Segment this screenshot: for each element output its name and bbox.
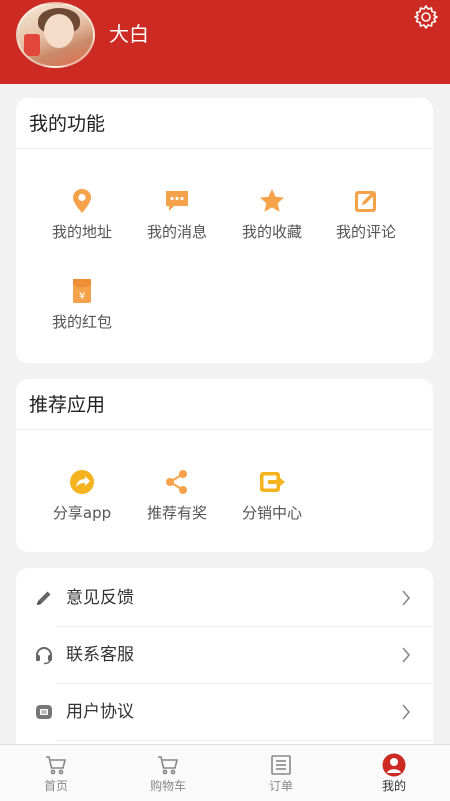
tab-mine[interactable]: 我的 [338,745,450,801]
recommend-label: 分享app [52,504,112,522]
recommend-item-share-app[interactable]: 分享app [35,467,129,547]
function-item-comments[interactable]: 我的评论 [319,186,413,266]
function-item-favorites[interactable]: 我的收藏 [225,186,319,266]
list-item-customer-service[interactable]: 联系客服 [16,627,433,683]
recommend-item-distribution[interactable]: 分销中心 [225,467,319,547]
tab-label: 订单 [268,779,293,793]
recommend-label: 分销中心 [241,504,302,522]
list-item-feedback[interactable]: 意见反馈 [16,570,433,626]
profile-header: 大白 [0,0,450,84]
gear-icon[interactable] [413,4,439,30]
share-arrow-icon [70,470,94,494]
bottom-tab-bar: 首页 购物车 订单 我的 [0,744,450,801]
chevron-right-icon [402,590,411,606]
function-item-red-packet[interactable]: ¥ 我的红包 [35,276,129,356]
recommend-item-referral[interactable]: 推荐有奖 [130,467,224,547]
edit-icon [355,191,376,212]
chat-bubble-icon [166,191,188,211]
list-item-label: 联系客服 [66,645,134,665]
svg-text:¥: ¥ [79,291,85,302]
tab-label: 我的 [381,779,406,793]
red-packet-icon: ¥ [73,279,91,303]
tab-home[interactable]: 首页 [0,745,112,801]
settings-list: 意见反馈 联系客服 用户协议 [16,568,433,748]
function-label: 我的红包 [51,313,112,331]
recommend-card: 推荐应用 分享app 推荐有奖 分销中心 [16,379,433,552]
list-icon [271,755,291,775]
username: 大白 [109,22,149,46]
user-icon [382,753,406,777]
headset-icon [36,647,52,665]
share-nodes-icon [166,470,187,494]
function-item-address[interactable]: 我的地址 [35,186,129,266]
pencil-icon [37,591,51,605]
list-item-label: 意见反馈 [66,588,134,608]
functions-title: 我的功能 [29,113,106,135]
function-label: 我的地址 [51,223,112,241]
export-box-icon [260,472,285,492]
tab-label: 首页 [43,779,68,793]
cart-icon [158,756,179,775]
function-label: 我的评论 [335,223,396,241]
divider [56,740,433,741]
tab-orders[interactable]: 订单 [225,745,337,801]
recommend-title: 推荐应用 [29,394,106,416]
functions-card: 我的功能 我的地址 我的消息 我的收藏 我的评论 ¥ 我的红包 [16,98,433,363]
avatar[interactable] [16,2,95,68]
tab-cart[interactable]: 购物车 [112,745,224,801]
divider [16,148,433,149]
recommend-label: 推荐有奖 [146,504,207,522]
document-icon [36,705,52,719]
chevron-right-icon [402,647,411,663]
tab-label: 购物车 [149,779,186,793]
function-label: 我的收藏 [241,223,302,241]
function-label: 我的消息 [146,223,207,241]
list-item-label: 用户协议 [66,702,134,722]
chevron-right-icon [402,704,411,720]
divider [16,429,433,430]
star-icon [260,189,284,212]
cart-icon [46,756,67,775]
list-item-user-agreement[interactable]: 用户协议 [16,684,433,740]
location-pin-icon [73,189,91,213]
function-item-messages[interactable]: 我的消息 [130,186,224,266]
